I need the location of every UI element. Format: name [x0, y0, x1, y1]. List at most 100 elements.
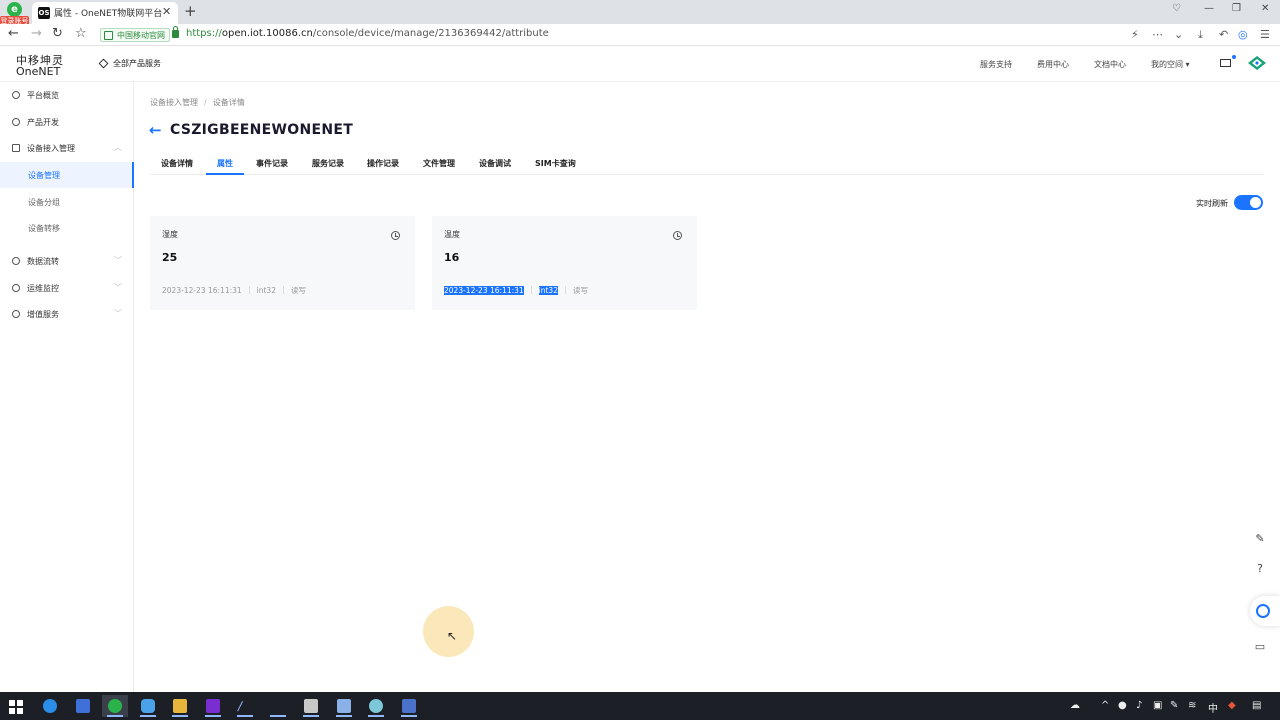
minimize-button[interactable]: —	[1204, 3, 1214, 14]
browser-tab-active[interactable]: OS 属性 - OneNET物联网平台 ✕	[32, 2, 178, 24]
star-icon[interactable]: ☆	[75, 26, 87, 41]
tab-close-icon[interactable]: ✕	[162, 5, 171, 18]
taskbar-app-2[interactable]	[70, 695, 96, 717]
property-card-temperature: 温度 16 2023-12-23 16:11:31 int32 读写	[432, 216, 697, 310]
tab-service-log[interactable]: 服务记录	[312, 158, 344, 169]
microphone-icon[interactable]: ●	[1118, 700, 1127, 711]
active-tab-indicator	[206, 173, 244, 175]
property-card-humidity: 湿度 25 2023-12-23 16:11:31 int32 读写	[150, 216, 415, 310]
breadcrumb: 设备接入管理 / 设备详情	[150, 97, 245, 108]
breadcrumb-separator: /	[204, 98, 207, 107]
brand-icon[interactable]	[1248, 56, 1266, 70]
top-link-docs[interactable]: 文档中心	[1094, 59, 1126, 70]
mail-icon[interactable]	[1220, 59, 1231, 67]
taskbar-explorer[interactable]	[167, 695, 193, 717]
antivirus-icon[interactable]: ◆	[1228, 700, 1236, 711]
taskbar-app-10[interactable]	[331, 695, 357, 717]
sidebar-item-device-access[interactable]: 设备接入管理 ︿	[0, 135, 134, 161]
reload-icon[interactable]: ↻	[52, 26, 63, 41]
sidebar-item-monitor[interactable]: 运维监控 ﹀	[0, 275, 134, 301]
breadcrumb-parent[interactable]: 设备接入管理	[150, 98, 198, 107]
chevron-down-icon[interactable]: ⌄	[1174, 28, 1183, 41]
sidebar: 平台概览 产品开发 设备接入管理 ︿ 设备管理 设备分组 设备转移 数据流转 ﹀…	[0, 82, 134, 692]
network-icon[interactable]: ▣	[1153, 700, 1162, 711]
message-icon[interactable]: ▭	[1249, 636, 1271, 658]
taskbar-app-12[interactable]	[396, 695, 422, 717]
tab-device-debug[interactable]: 设备调试	[479, 158, 511, 169]
cmcc-icon	[104, 31, 113, 40]
taskbar-app-4[interactable]	[135, 695, 161, 717]
more-icon[interactable]: ⋯	[1152, 28, 1163, 41]
new-tab-button[interactable]: +	[184, 2, 197, 20]
tab-title: 属性 - OneNET物联网平台	[54, 9, 163, 19]
taskbar-browser[interactable]	[102, 695, 128, 717]
back-arrow-icon[interactable]: ←	[149, 121, 162, 139]
favorites-icon[interactable]: ♡	[1172, 3, 1181, 14]
input-language[interactable]: 中	[1208, 700, 1218, 715]
chevron-down-icon: ﹀	[114, 309, 122, 318]
sidebar-subitem-device-transfer[interactable]: 设备转移	[0, 215, 133, 241]
edge-icon	[43, 699, 57, 713]
tab-sim-query[interactable]: SIM卡查询	[535, 158, 576, 169]
undo-icon[interactable]: ↶	[1219, 28, 1228, 41]
back-icon[interactable]: ←	[8, 26, 19, 41]
top-link-my-space[interactable]: 我的空间 ▾	[1151, 59, 1190, 70]
tab-attribute[interactable]: 属性	[217, 158, 233, 169]
download-icon[interactable]: ⤓	[1198, 28, 1203, 42]
edit-icon[interactable]: ✎	[1249, 528, 1271, 550]
volume-icon[interactable]: ♪	[1136, 700, 1142, 711]
taskbar-app-7[interactable]: ∕	[232, 695, 258, 717]
cmcc-site-link[interactable]: 中国移动官网	[100, 28, 170, 42]
sidebar-item-data-flow[interactable]: 数据流转 ﹀	[0, 248, 134, 274]
sidebar-item-overview[interactable]: 平台概览	[0, 82, 134, 108]
tab-device-detail[interactable]: 设备详情	[161, 158, 193, 169]
wifi-icon[interactable]: ≋	[1188, 700, 1196, 711]
sidebar-item-label: 产品开发	[27, 118, 59, 127]
site-header: 中移坤灵 OneNET 全部产品服务 服务支持 费用中心 文档中心 我的空间 ▾	[0, 46, 1280, 82]
history-icon[interactable]	[673, 231, 682, 240]
app-icon	[271, 699, 285, 713]
start-button[interactable]	[3, 695, 29, 717]
logo-bottom-text[interactable]: OneNET	[16, 65, 60, 78]
tab-file-manage[interactable]: 文件管理	[423, 158, 455, 169]
top-link-billing[interactable]: 费用中心	[1037, 59, 1069, 70]
property-meta: 2023-12-23 16:11:31 int32 读写	[444, 285, 588, 296]
taskbar-app-9[interactable]	[298, 695, 324, 717]
extension-icon[interactable]: ◎	[1238, 28, 1248, 41]
folder-icon	[173, 699, 187, 713]
notification-icon[interactable]: ▤	[1252, 700, 1261, 711]
sidebar-item-value-added[interactable]: 增值服务 ﹀	[0, 301, 134, 327]
close-window-button[interactable]: ✕	[1261, 3, 1269, 14]
sidebar-subitem-device-group[interactable]: 设备分组	[0, 189, 133, 215]
sidebar-item-product[interactable]: 产品开发	[0, 109, 134, 135]
menu-icon[interactable]: ☰	[1260, 28, 1270, 41]
url-scheme: https://	[186, 28, 222, 39]
property-name: 温度	[444, 230, 460, 239]
restore-button[interactable]: ❐	[1232, 3, 1241, 14]
taskbar-app-11[interactable]	[363, 695, 389, 717]
lightning-icon[interactable]: ⚡	[1131, 28, 1139, 41]
tab-operation-log[interactable]: 操作记录	[367, 158, 399, 169]
chevron-down-icon: ﹀	[114, 283, 122, 292]
device-icon	[12, 144, 20, 152]
taskbar-app-8[interactable]	[265, 695, 291, 717]
url-field[interactable]: https://open.iot.10086.cn/console/device…	[186, 28, 549, 39]
pen-tray-icon[interactable]: ✎	[1170, 700, 1178, 711]
forward-icon[interactable]: →	[31, 26, 42, 41]
mouse-cursor-icon: ↖	[447, 629, 458, 643]
taskbar-edge[interactable]	[37, 695, 63, 717]
tray-expand-icon[interactable]: ^	[1101, 700, 1109, 711]
all-products-menu[interactable]: 全部产品服务	[98, 58, 161, 69]
property-name: 湿度	[162, 230, 178, 239]
taskbar-app-6[interactable]	[200, 695, 226, 717]
sidebar-subitem-device-manage[interactable]: 设备管理	[0, 162, 134, 188]
tab-favicon-icon: OS	[38, 7, 50, 19]
history-icon[interactable]	[391, 231, 400, 240]
tab-event-log[interactable]: 事件记录	[256, 158, 288, 169]
top-link-support[interactable]: 服务支持	[980, 59, 1012, 70]
customer-service-button[interactable]	[1250, 596, 1280, 626]
weather-icon[interactable]: ☁	[1070, 700, 1080, 711]
sidebar-subitem-label: 设备转移	[28, 224, 60, 233]
help-icon[interactable]: ?	[1249, 558, 1271, 580]
realtime-refresh-toggle[interactable]	[1234, 195, 1263, 210]
